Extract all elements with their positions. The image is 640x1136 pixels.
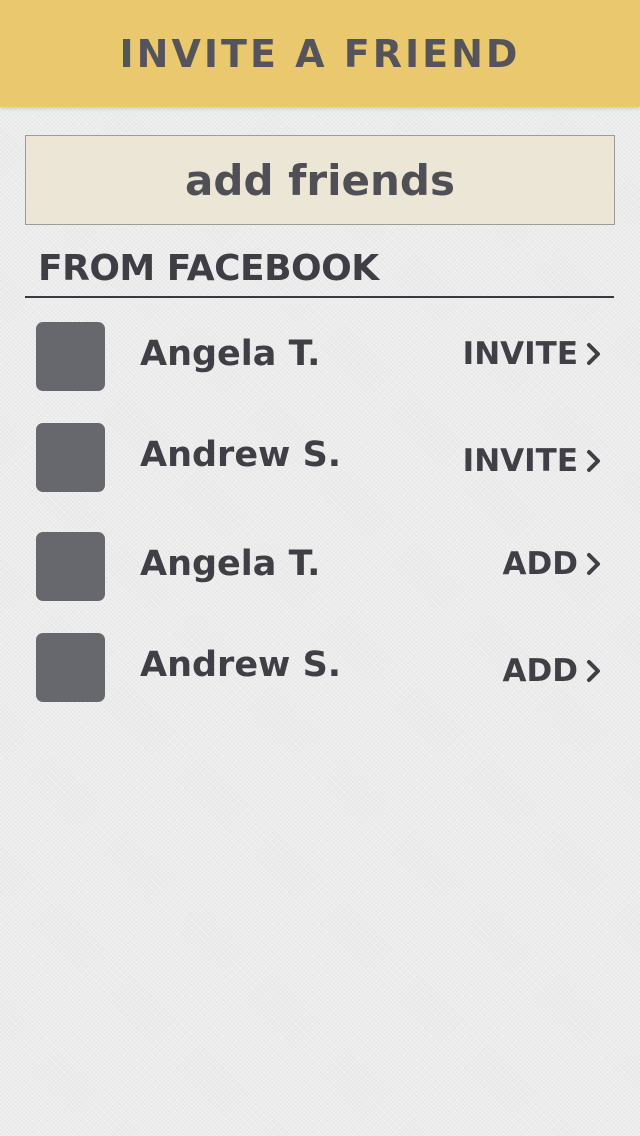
- friend-row: Andrew S. INVITE: [0, 423, 640, 503]
- friend-name: Andrew S.: [140, 645, 342, 685]
- friend-name: Angela T.: [140, 334, 321, 374]
- avatar: [36, 423, 105, 492]
- friend-row: Angela T. ADD: [0, 532, 640, 612]
- action-label: ADD: [502, 546, 578, 582]
- invite-button[interactable]: INVITE: [463, 443, 604, 479]
- chevron-right-icon: [587, 553, 600, 575]
- chevron-right-icon: [587, 450, 600, 472]
- add-button[interactable]: ADD: [503, 653, 604, 689]
- add-friends-label: add friends: [185, 155, 455, 205]
- action-label: INVITE: [462, 443, 578, 479]
- add-friends-button[interactable]: add friends: [25, 135, 615, 225]
- chevron-right-icon: [587, 660, 600, 682]
- app-header: INVITE A FRIEND: [0, 0, 640, 107]
- friend-name: Andrew S.: [140, 435, 342, 475]
- friend-name: Angela T.: [140, 544, 321, 584]
- action-label: INVITE: [462, 336, 578, 372]
- avatar: [36, 322, 105, 391]
- chevron-right-icon: [587, 343, 600, 365]
- section-title-facebook: FROM FACEBOOK: [38, 248, 379, 289]
- add-button[interactable]: ADD: [503, 546, 604, 582]
- avatar: [36, 532, 105, 601]
- invite-button[interactable]: INVITE: [463, 336, 604, 372]
- avatar: [36, 633, 105, 702]
- page-title: INVITE A FRIEND: [119, 31, 521, 76]
- action-label: ADD: [502, 653, 578, 689]
- friend-row: Andrew S. ADD: [0, 633, 640, 713]
- friend-row: Angela T. INVITE: [0, 322, 640, 402]
- section-divider: [25, 296, 614, 298]
